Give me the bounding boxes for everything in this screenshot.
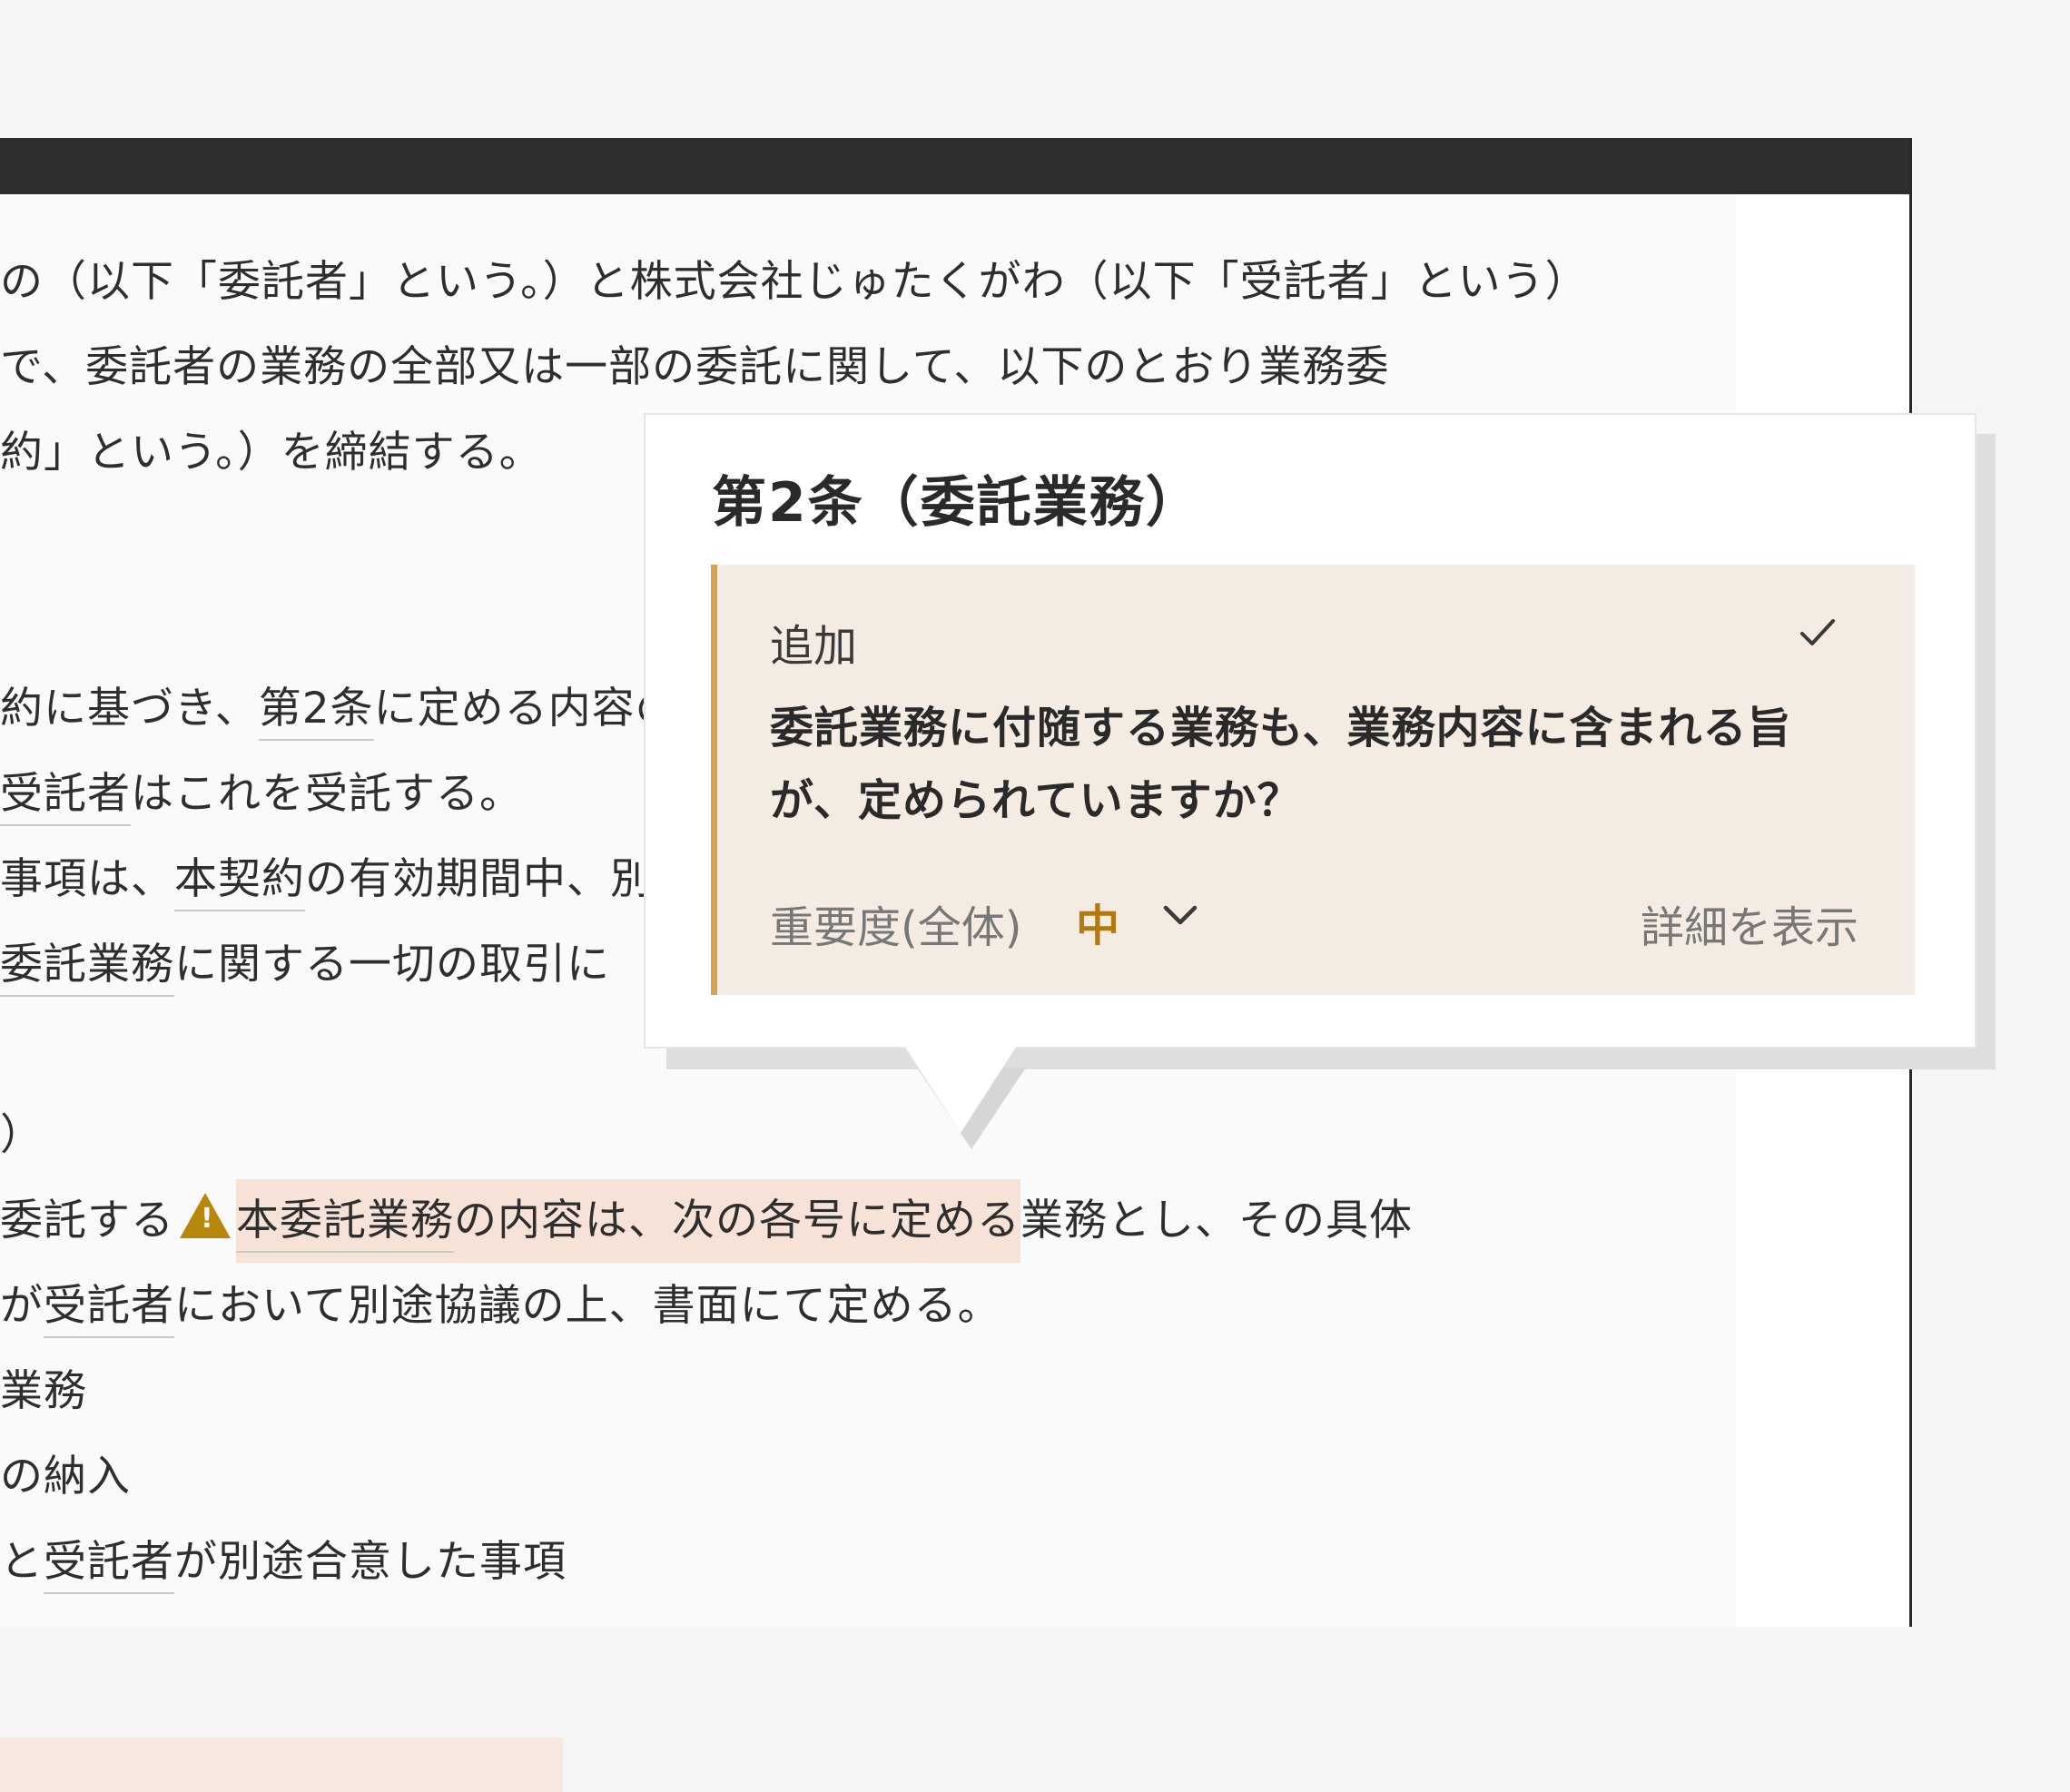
text-span: の有効期間中、別 <box>305 854 654 904</box>
term-link[interactable]: 受託者 <box>44 1537 174 1594</box>
card-type-label: 追加 <box>770 621 858 672</box>
text-line: の（以下「委託者」という。）と株式会社じゅたくがわ（以下「受託者」という） <box>0 257 1589 307</box>
text-span: に関する一切の取引に <box>174 940 610 990</box>
text-line-flagged: 委託する! 本委託業務の内容は、次の各号に定める業務とし、その具体 <box>0 1178 1543 1264</box>
term-link[interactable]: 受 <box>0 769 44 826</box>
text-line: が受託者において別途協議の上、書面にて定める。 <box>0 1264 1543 1349</box>
check-icon[interactable] <box>1797 612 1838 654</box>
term-link[interactable]: 委託業務 <box>0 940 174 997</box>
text-line: 業務 <box>0 1366 87 1416</box>
text-span: が <box>0 1281 44 1331</box>
flagged-clause-highlight[interactable]: 本委託業務の内容は、次の各号に定める <box>236 1179 1020 1263</box>
text-span: と <box>0 1537 44 1587</box>
text-line: で、委託者の業務の全部又は一部の委託に関して、以下のとおり業務委 <box>0 342 1390 392</box>
popover-pointer <box>904 1046 1017 1133</box>
text-span: 事項は、 <box>0 854 174 904</box>
text-span: はこれを受託する。 <box>131 769 523 819</box>
show-details-link[interactable]: 詳細を表示 <box>1641 891 1858 955</box>
term-link[interactable]: 本契約 <box>174 854 305 911</box>
text-line: の納入 <box>0 1452 131 1502</box>
text-span: が別途合意した事項 <box>174 1537 567 1587</box>
review-card: 追加 委託業務に付随する業務も、業務内容に含まれる旨が、定められていますか？ 重… <box>711 565 1915 995</box>
term-link[interactable]: 本委託業務 <box>236 1196 454 1253</box>
text-line: と受託者が別途合意した事項 <box>0 1520 1543 1605</box>
term-link[interactable]: 第2条 <box>258 684 374 741</box>
importance-label: 重要度(全体) <box>770 902 1022 953</box>
text-span: 業務とし、その具体 <box>1020 1196 1413 1246</box>
text-span: において別途協議の上、書面にて定める。 <box>174 1281 1001 1331</box>
importance-value: 中 <box>1076 901 1120 951</box>
text-span: に定める内容の <box>373 684 679 734</box>
text-span: 約に基づき、 <box>0 684 259 734</box>
document-titlebar <box>0 138 1909 194</box>
review-popover: 第2条（委託業務） 追加 委託業務に付随する業務も、業務内容に含まれる旨が、定め… <box>644 413 1976 1049</box>
text-span: 委託する <box>0 1196 174 1246</box>
card-question: 委託業務に付随する業務も、業務内容に含まれる旨が、定められていますか？ <box>770 703 1792 826</box>
text-line: ） <box>0 1110 44 1160</box>
term-link[interactable]: 託者 <box>44 769 131 826</box>
term-link[interactable]: 受託者 <box>44 1281 174 1338</box>
highlight-row <box>0 1738 563 1792</box>
chevron-down-icon[interactable] <box>1155 890 1206 940</box>
text-span: の内容は、次の各号に定める <box>454 1196 1020 1246</box>
popover-title: 第2条（委託業務） <box>712 471 1202 535</box>
warning-triangle-icon[interactable]: ! <box>180 1193 231 1238</box>
